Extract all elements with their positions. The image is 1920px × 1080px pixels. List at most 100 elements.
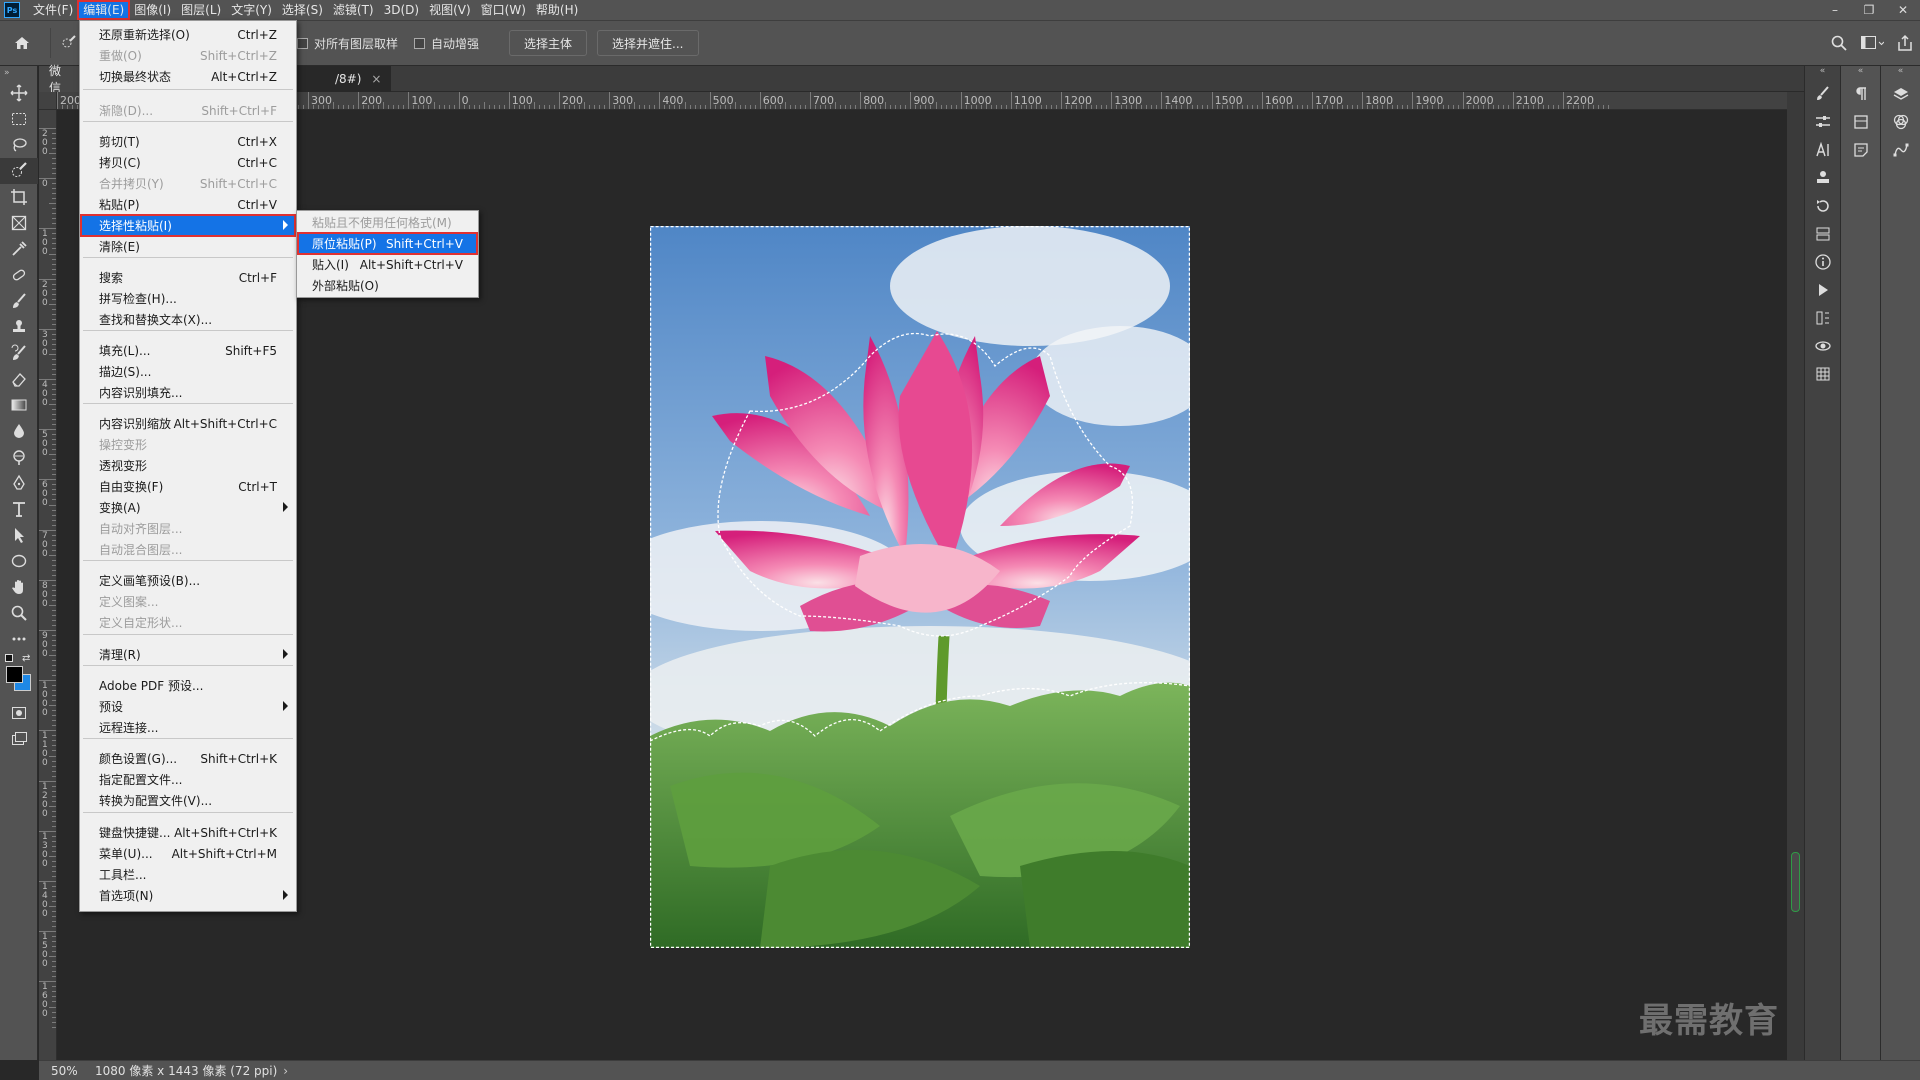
menu-4[interactable]: 文字(Y) <box>226 1 277 19</box>
pen-tool[interactable] <box>0 470 38 496</box>
lasso-tool[interactable] <box>0 132 38 158</box>
layers-panel-button[interactable] <box>1881 80 1920 108</box>
screen-mode-button[interactable] <box>0 726 38 752</box>
path-selection-tool[interactable] <box>0 522 38 548</box>
document-image[interactable] <box>650 226 1190 948</box>
menu-3[interactable]: 图层(L) <box>176 1 226 19</box>
eyedropper-tool[interactable] <box>0 236 38 262</box>
history-panel-button[interactable] <box>1805 192 1840 220</box>
edit-menu-item[interactable]: 指定配置文件... <box>81 769 295 790</box>
horizontal-ruler[interactable]: 2007006005004003002001000100200300400500… <box>57 92 1787 110</box>
edit-menu-item[interactable]: 清除(E) <box>81 236 295 257</box>
paste-submenu-item[interactable]: 原位粘贴(P) Shift+Ctrl+V <box>297 232 478 255</box>
restore-button[interactable]: ❐ <box>1852 0 1886 20</box>
edit-menu-item[interactable]: 拼写检查(H)... <box>81 288 295 309</box>
paths-panel-button[interactable] <box>1881 136 1920 164</box>
actions-panel-button[interactable] <box>1805 276 1840 304</box>
adjustments-panel-button[interactable] <box>1805 108 1840 136</box>
edit-menu-item[interactable]: 填充(L)... Shift+F5 <box>81 340 295 361</box>
menu-8[interactable]: 视图(V) <box>424 1 476 19</box>
move-tool[interactable] <box>0 80 38 106</box>
menu-2[interactable]: 图像(I) <box>129 1 176 19</box>
tab-close-icon[interactable]: × <box>371 72 381 86</box>
ellipse-tool[interactable] <box>0 548 38 574</box>
quick-selection-tool[interactable] <box>0 158 38 184</box>
timeline-panel-button[interactable] <box>1805 304 1840 332</box>
menu-7[interactable]: 3D(D) <box>379 1 424 19</box>
auto-enhance-checkbox[interactable]: 自动增强 <box>414 35 479 52</box>
healing-brush-tool[interactable] <box>0 262 38 288</box>
dock-collapse-button[interactable]: « <box>1841 66 1880 80</box>
gradient-tool[interactable] <box>0 392 38 418</box>
dock-collapse-button[interactable]: « <box>1805 66 1840 80</box>
menu-6[interactable]: 滤镜(T) <box>328 1 379 19</box>
clone-source-panel-button[interactable] <box>1805 164 1840 192</box>
menu-0[interactable]: 文件(F) <box>28 1 78 19</box>
zoom-level[interactable]: 50% <box>39 1064 85 1078</box>
select-subject-button[interactable]: 选择主体 <box>509 30 588 56</box>
quick-mask-button[interactable] <box>0 700 38 726</box>
edit-menu-item[interactable]: 合并拷贝(Y) Shift+Ctrl+C <box>81 173 295 194</box>
edit-menu-item[interactable]: 转换为配置文件(V)... <box>81 790 295 811</box>
edit-menu-item[interactable]: 剪切(T) Ctrl+X <box>81 131 295 152</box>
edit-menu-item[interactable]: 粘贴(P) Ctrl+V <box>81 194 295 215</box>
edit-menu-item[interactable]: 键盘快捷键... Alt+Shift+Ctrl+K <box>81 822 295 843</box>
foreground-color-swatch[interactable] <box>6 666 23 683</box>
edit-menu-item[interactable]: 操控变形 <box>81 434 295 455</box>
edit-menu-item[interactable]: 颜色设置(G)... Shift+Ctrl+K <box>81 748 295 769</box>
menu-5[interactable]: 选择(S) <box>277 1 328 19</box>
history-brush-tool[interactable] <box>0 340 38 366</box>
more-tools-button[interactable] <box>0 626 38 652</box>
3d-panel-button[interactable] <box>1805 332 1840 360</box>
edit-menu-item[interactable]: 拷贝(C) Ctrl+C <box>81 152 295 173</box>
paste-submenu-item[interactable]: 贴入(I) Alt+Shift+Ctrl+V <box>298 254 477 275</box>
character-panel-button[interactable] <box>1805 136 1840 164</box>
quick-select-tool-preset[interactable] <box>57 31 81 55</box>
tool-presets-panel-button[interactable] <box>1805 360 1840 388</box>
edit-menu-item[interactable]: 自由变换(F) Ctrl+T <box>81 476 295 497</box>
paste-submenu-item[interactable]: 外部粘贴(O) <box>298 275 477 296</box>
scroll-thumb[interactable] <box>1791 852 1800 912</box>
dodge-tool[interactable] <box>0 444 38 470</box>
marquee-tool[interactable] <box>0 106 38 132</box>
swap-colors-icon[interactable]: ⇄ <box>22 653 30 664</box>
eraser-tool[interactable] <box>0 366 38 392</box>
layer-comps-panel-button[interactable] <box>1805 220 1840 248</box>
edit-menu-item[interactable]: 内容识别填充... <box>81 382 295 403</box>
menu-1[interactable]: 编辑(E) <box>77 0 131 20</box>
hand-tool[interactable] <box>0 574 38 600</box>
share-icon[interactable] <box>1896 34 1914 52</box>
status-menu-arrow-icon[interactable]: › <box>283 1064 288 1078</box>
color-swatches[interactable]: ⇄ <box>0 652 38 700</box>
edit-menu-item[interactable]: 透视变形 <box>81 455 295 476</box>
libraries-panel-button[interactable] <box>1841 108 1880 136</box>
edit-menu-item[interactable]: 内容识别缩放 Alt+Shift+Ctrl+C <box>81 413 295 434</box>
menu-10[interactable]: 帮助(H) <box>531 1 583 19</box>
clone-stamp-tool[interactable] <box>0 314 38 340</box>
paragraph-panel-button[interactable] <box>1841 80 1880 108</box>
edit-menu-item[interactable]: 变换(A) <box>81 497 295 518</box>
toolbar-collapse-button[interactable]: » <box>0 66 38 80</box>
edit-menu-item[interactable]: 重做(O) Shift+Ctrl+Z <box>81 45 295 66</box>
edit-menu-item[interactable]: 工具栏... <box>81 864 295 885</box>
edit-menu-item[interactable]: 切换最终状态 Alt+Ctrl+Z <box>81 66 295 87</box>
edit-menu-item[interactable]: 首选项(N) <box>81 885 295 906</box>
edit-menu-item[interactable]: 搜索 Ctrl+F <box>81 267 295 288</box>
select-and-mask-button[interactable]: 选择并遮住... <box>597 30 699 56</box>
edit-menu-item[interactable]: 渐隐(D)... Shift+Ctrl+F <box>81 100 295 121</box>
document-dimensions[interactable]: 1080 像素 x 1443 像素 (72 ppi) <box>85 1062 277 1079</box>
info-panel-button[interactable] <box>1805 248 1840 276</box>
minimize-button[interactable]: – <box>1818 0 1852 20</box>
edit-menu-item[interactable]: 选择性粘贴(I) <box>80 214 296 237</box>
menu-9[interactable]: 窗口(W) <box>476 1 531 19</box>
notes-panel-button[interactable] <box>1841 136 1880 164</box>
blur-tool[interactable] <box>0 418 38 444</box>
document-tab-inactive[interactable]: 微信 <box>39 64 79 95</box>
crop-tool[interactable] <box>0 184 38 210</box>
brush-tool[interactable] <box>0 288 38 314</box>
home-button[interactable] <box>0 21 44 65</box>
dock-collapse-button[interactable]: « <box>1881 66 1920 80</box>
edit-menu-item[interactable]: 查找和替换文本(X)... <box>81 309 295 330</box>
frame-tool[interactable] <box>0 210 38 236</box>
edit-menu-item[interactable]: 还原重新选择(O) Ctrl+Z <box>81 24 295 45</box>
